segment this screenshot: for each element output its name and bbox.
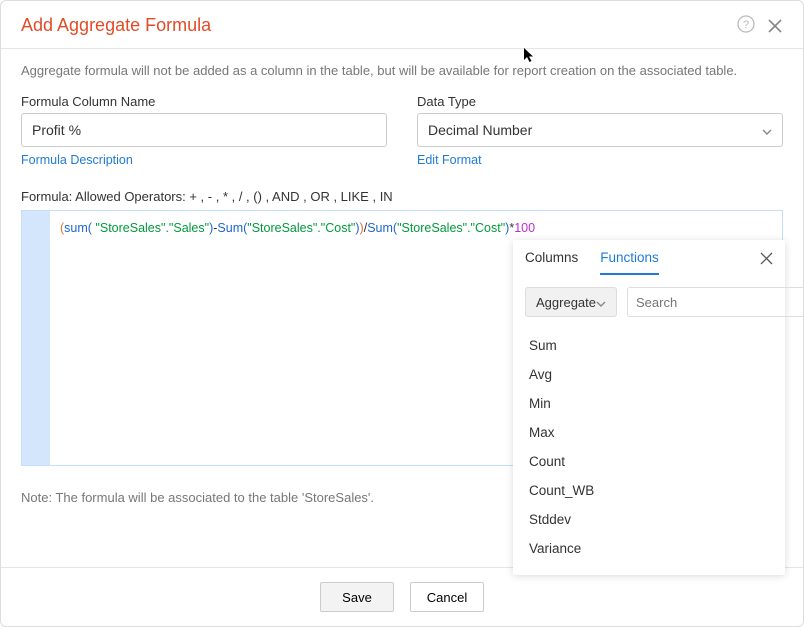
dialog-title: Add Aggregate Formula: [21, 15, 211, 36]
formula-token: Sum(: [367, 221, 397, 235]
formula-name-col: Formula Column Name Formula Description: [21, 94, 387, 167]
header-actions: ?: [737, 15, 783, 36]
help-icon[interactable]: ?: [737, 15, 755, 36]
function-item[interactable]: Avg: [513, 360, 785, 389]
function-item[interactable]: Max: [513, 418, 785, 447]
function-item[interactable]: Count: [513, 447, 785, 476]
cancel-button[interactable]: Cancel: [410, 582, 484, 612]
panel-tabs: Columns Functions: [525, 250, 760, 275]
svg-text:?: ?: [743, 19, 749, 31]
function-item[interactable]: Count_WB: [513, 476, 785, 505]
category-select[interactable]: Aggregate: [525, 287, 617, 317]
save-button[interactable]: Save: [320, 582, 394, 612]
dialog-footer: Save Cancel: [1, 567, 803, 626]
data-type-col: Data Type Decimal Number Edit Format: [417, 94, 783, 167]
chevron-down-icon: [596, 295, 606, 310]
function-list: SumAvgMinMaxCountCount_WBStddevVariance: [513, 327, 785, 575]
formula-token: Sum(: [217, 221, 247, 235]
tab-columns[interactable]: Columns: [525, 250, 578, 275]
formula-token: "StoreSales"."Cost": [397, 221, 505, 235]
chevron-down-icon: [762, 122, 772, 138]
data-type-value: Decimal Number: [428, 122, 532, 138]
formula-token: "StoreSales"."Sales": [92, 221, 209, 235]
panel-header: Columns Functions: [513, 240, 785, 275]
dialog-body: Aggregate formula will not be added as a…: [1, 49, 803, 567]
dialog-header: Add Aggregate Formula ?: [1, 1, 803, 49]
function-item[interactable]: Min: [513, 389, 785, 418]
search-field[interactable]: [627, 287, 804, 317]
fields-row: Formula Column Name Formula Description …: [21, 94, 783, 167]
dialog-subtext: Aggregate formula will not be added as a…: [21, 63, 783, 78]
function-item[interactable]: Variance: [513, 534, 785, 563]
edit-format-link[interactable]: Edit Format: [417, 153, 783, 167]
data-type-label: Data Type: [417, 94, 783, 109]
tab-functions[interactable]: Functions: [600, 250, 659, 275]
formula-name-input[interactable]: [21, 113, 387, 147]
functions-panel: Columns Functions Aggregate: [513, 240, 785, 575]
data-type-select[interactable]: Decimal Number: [417, 113, 783, 147]
category-value: Aggregate: [536, 295, 596, 310]
formula-token: sum(: [64, 221, 92, 235]
panel-close-icon[interactable]: [760, 252, 773, 274]
formula-name-label: Formula Column Name: [21, 94, 387, 109]
function-item[interactable]: Sum: [513, 331, 785, 360]
aggregate-formula-dialog: Add Aggregate Formula ? Aggregate formul…: [0, 0, 804, 627]
formula-token: "StoreSales"."Cost": [247, 221, 355, 235]
formula-description-link[interactable]: Formula Description: [21, 153, 387, 167]
panel-controls: Aggregate: [513, 275, 785, 327]
close-icon[interactable]: [767, 18, 783, 34]
editor-gutter: [22, 211, 50, 465]
search-input[interactable]: [636, 295, 804, 310]
formula-token: 100: [514, 221, 535, 235]
operators-label: Formula: Allowed Operators: + , - , * , …: [21, 189, 783, 204]
function-item[interactable]: Stddev: [513, 505, 785, 534]
